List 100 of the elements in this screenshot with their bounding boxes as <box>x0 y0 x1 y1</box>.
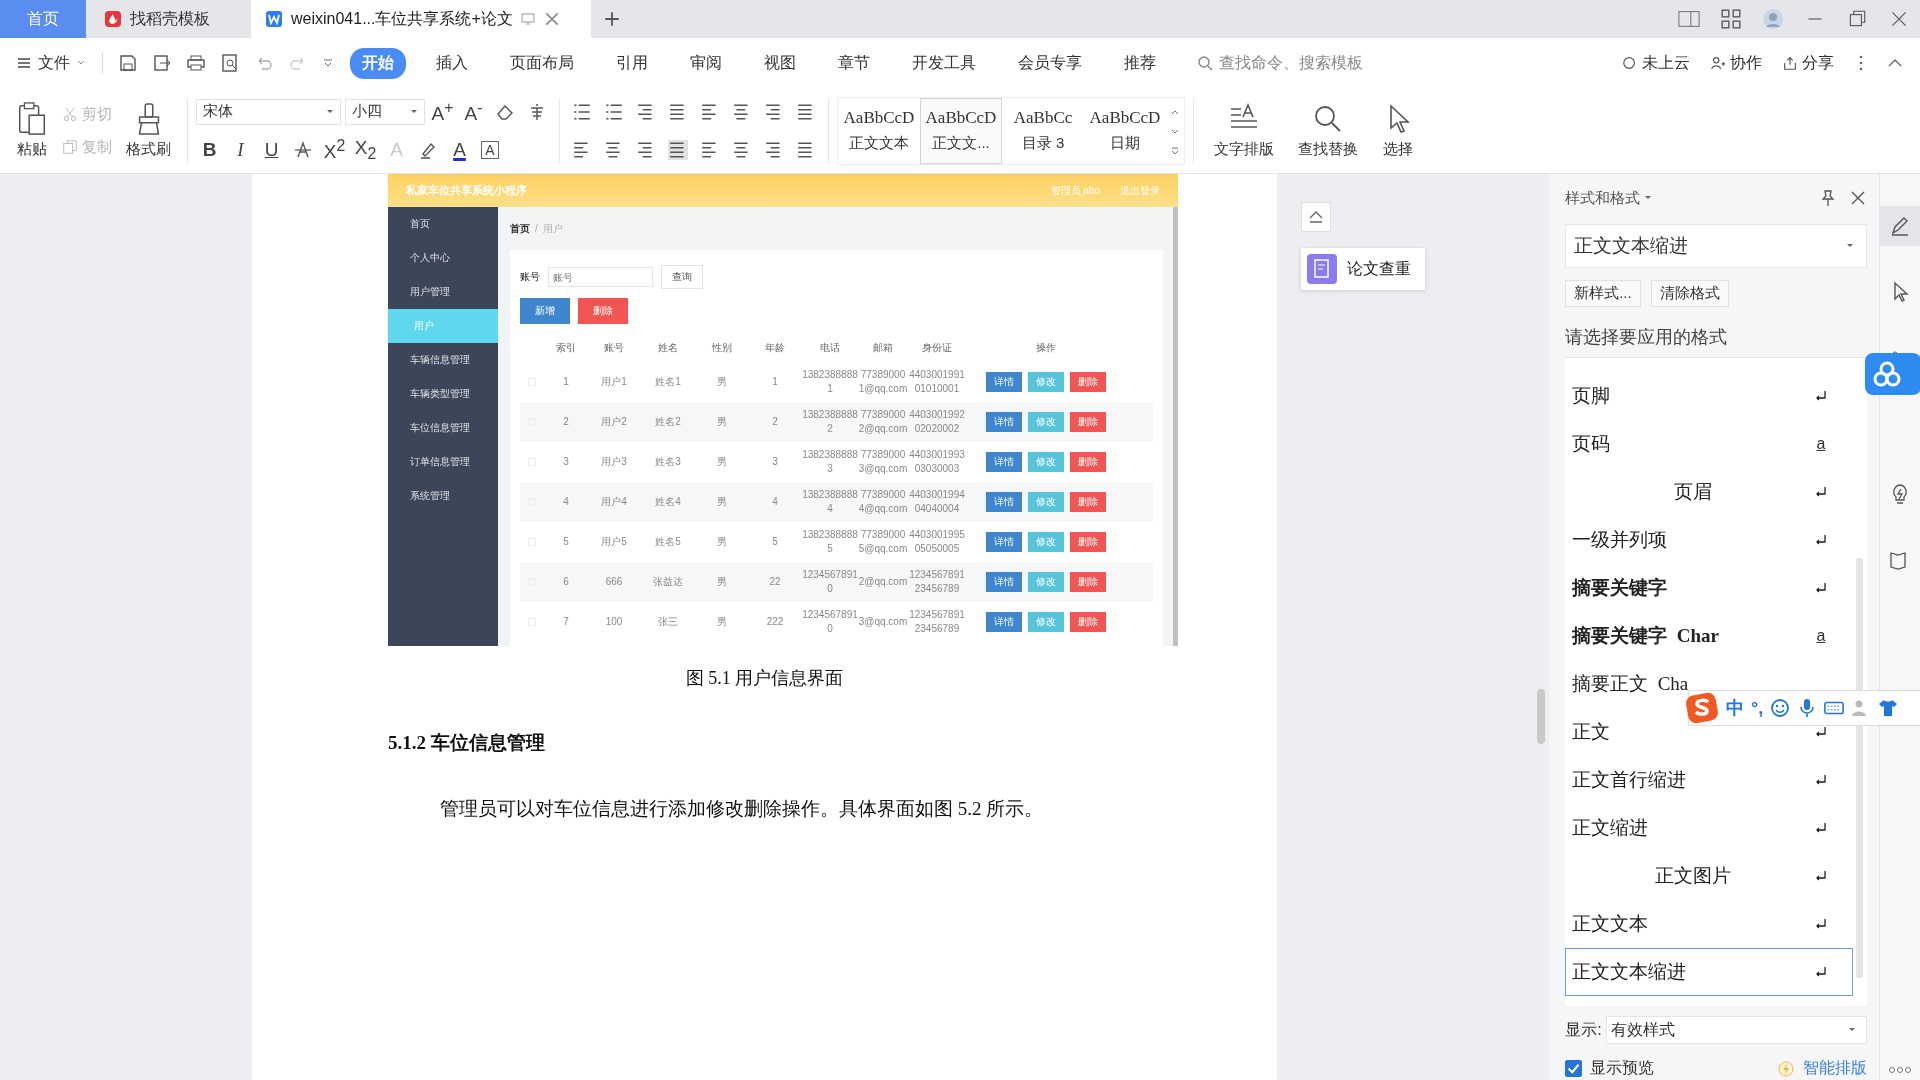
font-name-field[interactable]: 宋体 <box>196 98 341 125</box>
justify-icon[interactable] <box>668 139 688 160</box>
current-style-field[interactable]: 正文文本缩进 <box>1565 224 1867 268</box>
ribbon-tab[interactable]: 会员专享 <box>1006 47 1094 79</box>
style-item[interactable]: 正文文本 <box>1565 900 1853 948</box>
panel-button[interactable]: 清除格式 <box>1650 280 1729 307</box>
sidebar-item[interactable]: 车辆信息管理 <box>388 343 498 377</box>
panel-button[interactable]: 新样式... <box>1565 280 1641 307</box>
style-preset[interactable]: AaBbCcD 日期 <box>1084 97 1166 164</box>
sidebar-item[interactable]: 系统管理 <box>388 479 498 513</box>
row-action-button[interactable]: 详情 <box>986 612 1022 632</box>
new-tab-icon[interactable] <box>603 10 621 28</box>
add-button[interactable]: 新增 <box>520 298 570 324</box>
show-filter-field[interactable]: 有效样式 <box>1605 1016 1867 1044</box>
punctuation-toggle[interactable]: °, <box>1751 697 1764 719</box>
ribbon-tool-button[interactable]: 查找替换 <box>1286 102 1370 159</box>
row-action-button[interactable]: 详情 <box>986 532 1022 552</box>
font-size-button[interactable]: A$^{+}$ <box>429 98 456 125</box>
ribbon-tab[interactable]: 视图 <box>752 47 808 79</box>
ribbon-tab[interactable]: 开发工具 <box>900 47 988 79</box>
format-button[interactable]: I <box>227 138 254 161</box>
toolbar-action[interactable]: 协作 <box>1710 52 1762 74</box>
ribbon-tab[interactable]: 引用 <box>604 47 660 79</box>
input-method-logo-icon[interactable] <box>1685 691 1719 725</box>
format-button[interactable]: U <box>258 138 285 161</box>
row-action-button[interactable]: 详情 <box>986 492 1022 512</box>
toolbar-action[interactable]: 未上云 <box>1622 52 1690 74</box>
table-cell-text: 男 <box>716 615 728 629</box>
table-cell-text: 用户2 <box>600 415 628 429</box>
row-action-button[interactable]: 详情 <box>986 452 1022 472</box>
sidebar-item[interactable]: 订单信息管理 <box>388 445 498 479</box>
style-item[interactable]: 正文图片 <box>1565 852 1853 900</box>
browser-tab[interactable]: 找稻壳模板 <box>86 0 251 38</box>
table-cell-text: 3 <box>771 455 779 469</box>
pen-icon[interactable] <box>1880 206 1920 246</box>
browser-tab[interactable]: weixin041...车位共享系统+论文 <box>251 0 591 38</box>
panel-title[interactable]: 样式和格式 <box>1565 188 1641 208</box>
style-item[interactable]: 摘要关键字 Char a <box>1565 612 1853 660</box>
preview-checkbox[interactable] <box>1565 1060 1583 1077</box>
style-item[interactable]: 摘要关键字 <box>1565 564 1853 612</box>
style-item[interactable]: 正文文本缩进 <box>1565 948 1853 996</box>
font-size-button[interactable]: A$^{-}$ <box>460 98 487 125</box>
caret-icon <box>1846 242 1854 250</box>
sidebar-item[interactable]: 个人中心 <box>388 241 498 275</box>
cloud-tab-icon[interactable] <box>1865 353 1920 395</box>
format-button[interactable]: X$^{2}$ <box>321 136 348 163</box>
style-item[interactable]: 页码 a <box>1565 420 1853 468</box>
grid-icon[interactable] <box>1720 8 1742 30</box>
ribbon-tab[interactable]: 插入 <box>424 47 480 79</box>
reading-mode-icon[interactable] <box>1678 8 1700 30</box>
close-icon[interactable] <box>1849 189 1867 207</box>
scrollbar[interactable] <box>1856 558 1863 978</box>
font-size-field[interactable]: 小四 <box>345 98 425 125</box>
toolbar-action[interactable]: 分享 <box>1782 52 1834 74</box>
save-icon[interactable] <box>118 53 138 73</box>
style-item[interactable]: 正文首行缩进 <box>1565 756 1853 804</box>
ribbon-tab[interactable]: 审阅 <box>678 47 734 79</box>
style-item[interactable]: 一级并列项 <box>1565 516 1853 564</box>
sidebar-item[interactable]: 首页 <box>388 207 498 241</box>
format-button[interactable]: B <box>196 138 223 161</box>
row-action-button[interactable]: 详情 <box>986 412 1022 432</box>
smiley-icon[interactable] <box>1770 698 1791 718</box>
sidebar-item[interactable]: 车位信息管理 <box>388 411 498 445</box>
input-mode-toggle[interactable]: 中 <box>1726 696 1744 720</box>
paste-button[interactable]: 粘贴 <box>8 102 56 159</box>
sidebar-item[interactable]: 车辆类型管理 <box>388 377 498 411</box>
shirt-icon[interactable] <box>1878 698 1899 718</box>
format-button[interactable]: A <box>481 140 499 159</box>
format-button[interactable]: A <box>446 138 473 161</box>
format-painter-button[interactable]: 格式刷 <box>118 102 179 159</box>
plagiarism-check-button[interactable]: 论文查重 <box>1301 248 1425 290</box>
sidebar-item[interactable]: 用户管理 <box>388 275 498 309</box>
print-preview-icon[interactable] <box>220 53 240 73</box>
ribbon-tab[interactable]: 章节 <box>826 47 882 79</box>
pin-icon[interactable] <box>1819 189 1837 207</box>
style-item[interactable]: 页脚 <box>1565 372 1853 420</box>
format-button[interactable]: X$_{2}$ <box>352 136 379 163</box>
export-icon[interactable] <box>152 53 172 73</box>
file-menu[interactable]: 文件 <box>10 52 92 74</box>
query-button[interactable]: 查询 <box>661 265 703 289</box>
style-item[interactable]: 正文缩进 <box>1565 804 1853 852</box>
ribbon-tab[interactable]: 推荐 <box>1112 47 1168 79</box>
column-header: 年龄 <box>764 341 786 355</box>
style-preset[interactable]: AaBbCc 目录 3 <box>1002 97 1084 164</box>
style-preset[interactable]: AaBbCcD 正文文本 <box>838 97 920 164</box>
style-preset[interactable]: AaBbCcD 正文文... <box>920 97 1002 164</box>
dropdown-icon[interactable] <box>322 57 334 69</box>
row-action-button[interactable]: 详情 <box>986 572 1022 592</box>
collapse-icon[interactable] <box>1301 202 1331 232</box>
ribbon-tab[interactable]: 页面布局 <box>498 47 586 79</box>
print-icon[interactable] <box>186 53 206 73</box>
row-action-button[interactable]: 详情 <box>986 372 1022 392</box>
ribbon-tool-button[interactable]: 文字排版 <box>1202 102 1286 159</box>
caret-icon[interactable] <box>1644 194 1653 202</box>
style-item[interactable]: 页眉 <box>1565 468 1853 516</box>
account-search-field[interactable]: 账号 <box>548 267 653 287</box>
smart-layout-link[interactable]: 智能排版 <box>1803 1058 1867 1079</box>
breadcrumb-link[interactable]: 首页 <box>510 221 530 236</box>
strikethrough-icon[interactable] <box>293 139 313 160</box>
ribbon-tool-button[interactable]: 选择 <box>1370 102 1426 159</box>
